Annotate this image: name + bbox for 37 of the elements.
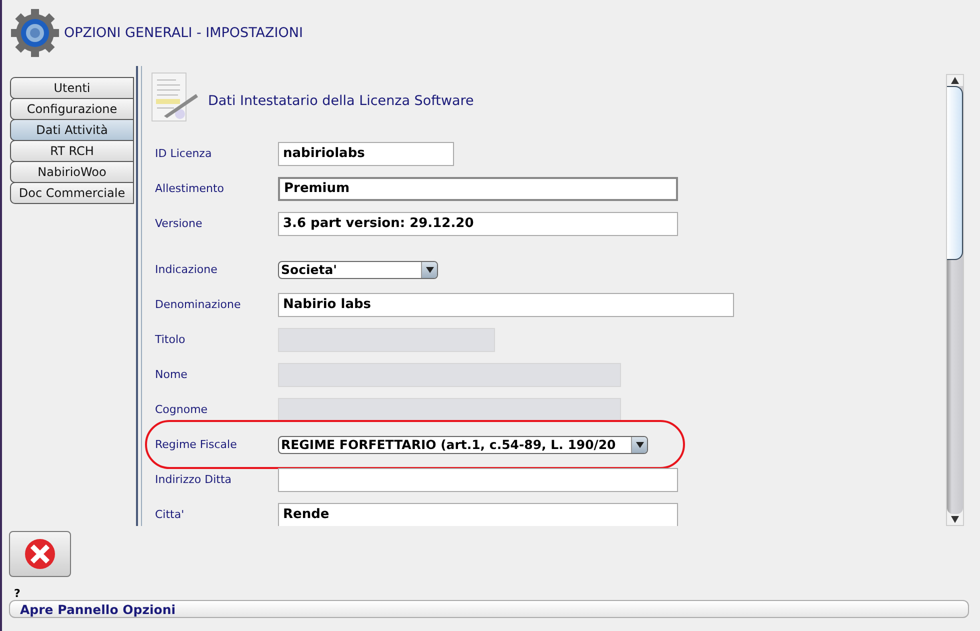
sidebar-tab[interactable]: Dati Attività	[10, 119, 134, 141]
sidebar-tab[interactable]: Doc Commerciale	[10, 182, 134, 204]
scrollbar[interactable]	[946, 74, 964, 526]
close-icon	[24, 538, 56, 570]
scroll-down-icon[interactable]	[951, 516, 959, 523]
dropdown[interactable]: Societa'	[278, 260, 438, 278]
close-button[interactable]	[9, 531, 71, 577]
text-field[interactable]: 3.6 part version: 29.12.20	[278, 212, 678, 236]
field-label: Titolo	[154, 333, 186, 346]
field-label: Nome	[154, 368, 188, 381]
sidebar-tab[interactable]: NabirioWoo	[10, 161, 134, 183]
field-label: Versione	[154, 217, 204, 230]
field-label: Cognome	[154, 403, 209, 416]
sidebar-tab[interactable]: Configurazione	[10, 98, 134, 120]
text-field[interactable]: Rende	[278, 502, 678, 526]
text-field[interactable]: Nabirio labs	[278, 292, 734, 316]
field-label: Citta'	[154, 508, 186, 521]
field-label: Regime Fiscale	[154, 438, 238, 451]
field-label: ID Licenza	[154, 147, 213, 160]
field-label: Indirizzo Ditta	[154, 473, 233, 486]
dropdown[interactable]: REGIME FORFETTARIO (art.1, c.54-89, L. 190/20	[278, 436, 648, 454]
gear-icon	[10, 8, 60, 58]
field-label: Allestimento	[154, 182, 226, 195]
scroll-up-icon[interactable]	[951, 77, 959, 84]
text-field[interactable]	[278, 468, 678, 492]
sidebar-tab[interactable]: RT RCH	[10, 140, 134, 162]
window-title: OPZIONI GENERALI - IMPOSTAZIONI	[64, 25, 303, 41]
text-field[interactable]: Premium	[278, 176, 678, 200]
sidebar-tab[interactable]: Utenti	[10, 77, 134, 99]
scroll-thumb[interactable]	[947, 86, 963, 260]
field-label: Denominazione	[154, 298, 242, 311]
help-mark: ?	[14, 587, 22, 600]
text-field[interactable]: nabiriolabs	[278, 142, 454, 166]
section-title: Dati Intestatario della Licenza Software	[208, 93, 474, 109]
document-icon	[150, 72, 200, 124]
field-label: Indicazione	[154, 263, 218, 276]
status-bar: Apre Pannello Opzioni	[9, 600, 969, 618]
